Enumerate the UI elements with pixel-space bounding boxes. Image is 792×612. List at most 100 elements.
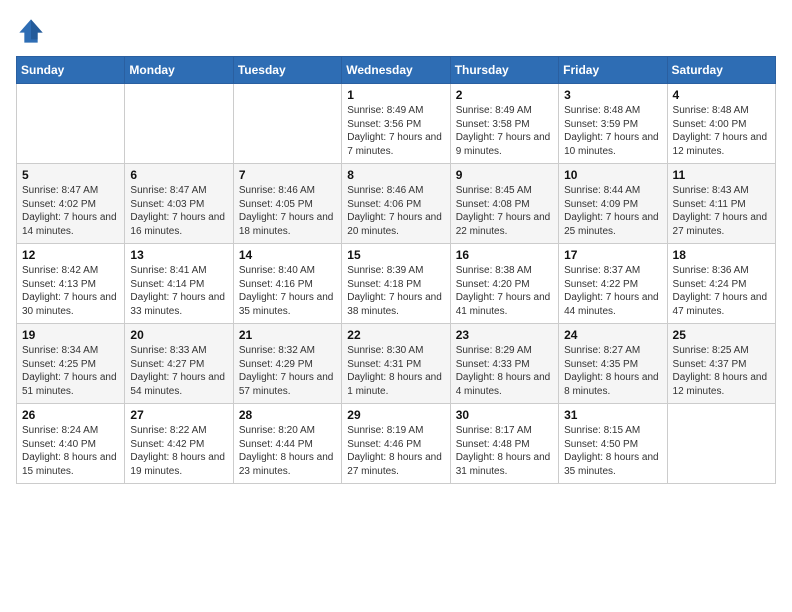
day-info: Sunrise: 8:45 AMSunset: 4:08 PMDaylight:… bbox=[456, 184, 553, 238]
day-info: Sunrise: 8:42 AMSunset: 4:13 PMDaylight:… bbox=[22, 264, 119, 318]
weekday-header-row: SundayMondayTuesdayWednesdayThursdayFrid… bbox=[17, 57, 776, 84]
calendar-cell: 28Sunrise: 8:20 AMSunset: 4:44 PMDayligh… bbox=[233, 404, 341, 484]
calendar-cell: 8 Sunrise: 8:46 AMSunset: 4:06 PMDaylight… bbox=[342, 164, 450, 244]
day-number: 30 bbox=[456, 408, 553, 422]
calendar-week-3: 12 Sunrise: 8:42 AMSunset: 4:13 PMDayligh… bbox=[17, 244, 776, 324]
day-number: 21 bbox=[239, 328, 336, 342]
calendar-cell: 18 Sunrise: 8:36 AMSunset: 4:24 PMDayligh… bbox=[667, 244, 775, 324]
calendar-cell: 14 Sunrise: 8:40 AMSunset: 4:16 PMDayligh… bbox=[233, 244, 341, 324]
calendar-cell: 13 Sunrise: 8:41 AMSunset: 4:14 PMDayligh… bbox=[125, 244, 233, 324]
calendar-cell: 9 Sunrise: 8:45 AMSunset: 4:08 PMDaylight… bbox=[450, 164, 558, 244]
day-info: Sunrise: 8:29 AMSunset: 4:33 PMDaylight:… bbox=[456, 344, 553, 398]
calendar-cell bbox=[17, 84, 125, 164]
day-number: 19 bbox=[22, 328, 119, 342]
weekday-header-friday: Friday bbox=[559, 57, 667, 84]
day-info: Sunrise: 8:15 AMSunset: 4:50 PMDaylight:… bbox=[564, 424, 661, 478]
day-info: Sunrise: 8:36 AMSunset: 4:24 PMDaylight:… bbox=[673, 264, 770, 318]
day-number: 1 bbox=[347, 88, 444, 102]
calendar-cell: 26 Sunrise: 8:24 AMSunset: 4:40 PMDayligh… bbox=[17, 404, 125, 484]
day-info: Sunrise: 8:49 AMSunset: 3:56 PMDaylight:… bbox=[347, 104, 444, 158]
day-info: Sunrise: 8:38 AMSunset: 4:20 PMDaylight:… bbox=[456, 264, 553, 318]
day-info: Sunrise: 8:25 AMSunset: 4:37 PMDaylight:… bbox=[673, 344, 770, 398]
logo bbox=[16, 16, 50, 46]
calendar-cell: 24 Sunrise: 8:27 AMSunset: 4:35 PMDayligh… bbox=[559, 324, 667, 404]
day-info: Sunrise: 8:40 AMSunset: 4:16 PMDaylight:… bbox=[239, 264, 336, 318]
day-info: Sunrise: 8:34 AMSunset: 4:25 PMDaylight:… bbox=[22, 344, 119, 398]
day-info: Sunrise: 8:44 AMSunset: 4:09 PMDaylight:… bbox=[564, 184, 661, 238]
calendar-cell: 1 Sunrise: 8:49 AMSunset: 3:56 PMDaylight… bbox=[342, 84, 450, 164]
calendar-cell bbox=[125, 84, 233, 164]
day-number: 10 bbox=[564, 168, 661, 182]
logo-icon bbox=[16, 16, 46, 46]
day-info: Sunrise: 8:17 AMSunset: 4:48 PMDaylight:… bbox=[456, 424, 553, 478]
day-number: 3 bbox=[564, 88, 661, 102]
day-number: 24 bbox=[564, 328, 661, 342]
weekday-header-saturday: Saturday bbox=[667, 57, 775, 84]
calendar-cell: 25 Sunrise: 8:25 AMSunset: 4:37 PMDayligh… bbox=[667, 324, 775, 404]
calendar-cell: 6Sunrise: 8:47 AMSunset: 4:03 PMDaylight… bbox=[125, 164, 233, 244]
day-number: 8 bbox=[347, 168, 444, 182]
calendar-week-2: 5 Sunrise: 8:47 AMSunset: 4:02 PMDaylight… bbox=[17, 164, 776, 244]
day-number: 26 bbox=[22, 408, 119, 422]
day-info: Sunrise: 8:24 AMSunset: 4:40 PMDaylight:… bbox=[22, 424, 119, 478]
day-number: 25 bbox=[673, 328, 770, 342]
calendar-cell: 29 Sunrise: 8:19 AMSunset: 4:46 PMDayligh… bbox=[342, 404, 450, 484]
day-info: Sunrise: 8:46 AMSunset: 4:05 PMDaylight:… bbox=[239, 184, 336, 238]
calendar-cell: 23 Sunrise: 8:29 AMSunset: 4:33 PMDayligh… bbox=[450, 324, 558, 404]
day-info: Sunrise: 8:49 AMSunset: 3:58 PMDaylight:… bbox=[456, 104, 553, 158]
calendar-body: 1 Sunrise: 8:49 AMSunset: 3:56 PMDaylight… bbox=[17, 84, 776, 484]
calendar-cell bbox=[233, 84, 341, 164]
day-number: 16 bbox=[456, 248, 553, 262]
day-number: 22 bbox=[347, 328, 444, 342]
calendar-cell: 15Sunrise: 8:39 AMSunset: 4:18 PMDayligh… bbox=[342, 244, 450, 324]
day-info: Sunrise: 8:22 AMSunset: 4:42 PMDaylight:… bbox=[130, 424, 227, 478]
day-info: Sunrise: 8:46 AMSunset: 4:06 PMDaylight:… bbox=[347, 184, 444, 238]
calendar-cell: 31 Sunrise: 8:15 AMSunset: 4:50 PMDayligh… bbox=[559, 404, 667, 484]
day-number: 31 bbox=[564, 408, 661, 422]
day-info: Sunrise: 8:33 AMSunset: 4:27 PMDaylight:… bbox=[130, 344, 227, 398]
weekday-header-monday: Monday bbox=[125, 57, 233, 84]
calendar-cell: 17Sunrise: 8:37 AMSunset: 4:22 PMDayligh… bbox=[559, 244, 667, 324]
day-info: Sunrise: 8:43 AMSunset: 4:11 PMDaylight:… bbox=[673, 184, 770, 238]
day-number: 13 bbox=[130, 248, 227, 262]
day-number: 14 bbox=[239, 248, 336, 262]
day-number: 27 bbox=[130, 408, 227, 422]
day-number: 29 bbox=[347, 408, 444, 422]
calendar-cell: 20 Sunrise: 8:33 AMSunset: 4:27 PMDayligh… bbox=[125, 324, 233, 404]
calendar-cell: 12 Sunrise: 8:42 AMSunset: 4:13 PMDayligh… bbox=[17, 244, 125, 324]
day-number: 20 bbox=[130, 328, 227, 342]
day-number: 2 bbox=[456, 88, 553, 102]
day-info: Sunrise: 8:30 AMSunset: 4:31 PMDaylight:… bbox=[347, 344, 444, 398]
calendar-header: SundayMondayTuesdayWednesdayThursdayFrid… bbox=[17, 57, 776, 84]
day-info: Sunrise: 8:32 AMSunset: 4:29 PMDaylight:… bbox=[239, 344, 336, 398]
page-header bbox=[16, 16, 776, 46]
calendar-cell: 22 Sunrise: 8:30 AMSunset: 4:31 PMDayligh… bbox=[342, 324, 450, 404]
calendar-week-1: 1 Sunrise: 8:49 AMSunset: 3:56 PMDaylight… bbox=[17, 84, 776, 164]
day-info: Sunrise: 8:20 AMSunset: 4:44 PMDaylight:… bbox=[239, 424, 336, 478]
calendar-cell: 19 Sunrise: 8:34 AMSunset: 4:25 PMDayligh… bbox=[17, 324, 125, 404]
calendar-cell: 7 Sunrise: 8:46 AMSunset: 4:05 PMDaylight… bbox=[233, 164, 341, 244]
day-number: 11 bbox=[673, 168, 770, 182]
day-number: 12 bbox=[22, 248, 119, 262]
weekday-header-wednesday: Wednesday bbox=[342, 57, 450, 84]
day-info: Sunrise: 8:41 AMSunset: 4:14 PMDaylight:… bbox=[130, 264, 227, 318]
calendar-cell: 2 Sunrise: 8:49 AMSunset: 3:58 PMDaylight… bbox=[450, 84, 558, 164]
calendar-week-5: 26 Sunrise: 8:24 AMSunset: 4:40 PMDayligh… bbox=[17, 404, 776, 484]
day-number: 18 bbox=[673, 248, 770, 262]
weekday-header-thursday: Thursday bbox=[450, 57, 558, 84]
calendar-week-4: 19 Sunrise: 8:34 AMSunset: 4:25 PMDayligh… bbox=[17, 324, 776, 404]
day-info: Sunrise: 8:19 AMSunset: 4:46 PMDaylight:… bbox=[347, 424, 444, 478]
day-number: 23 bbox=[456, 328, 553, 342]
calendar-cell: 27 Sunrise: 8:22 AMSunset: 4:42 PMDayligh… bbox=[125, 404, 233, 484]
day-info: Sunrise: 8:47 AMSunset: 4:02 PMDaylight:… bbox=[22, 184, 119, 238]
weekday-header-tuesday: Tuesday bbox=[233, 57, 341, 84]
day-number: 9 bbox=[456, 168, 553, 182]
calendar-cell: 5 Sunrise: 8:47 AMSunset: 4:02 PMDaylight… bbox=[17, 164, 125, 244]
calendar-cell: 16 Sunrise: 8:38 AMSunset: 4:20 PMDayligh… bbox=[450, 244, 558, 324]
day-info: Sunrise: 8:27 AMSunset: 4:35 PMDaylight:… bbox=[564, 344, 661, 398]
calendar-cell bbox=[667, 404, 775, 484]
day-number: 7 bbox=[239, 168, 336, 182]
weekday-header-sunday: Sunday bbox=[17, 57, 125, 84]
day-info: Sunrise: 8:47 AMSunset: 4:03 PMDaylight:… bbox=[130, 184, 227, 238]
day-number: 5 bbox=[22, 168, 119, 182]
